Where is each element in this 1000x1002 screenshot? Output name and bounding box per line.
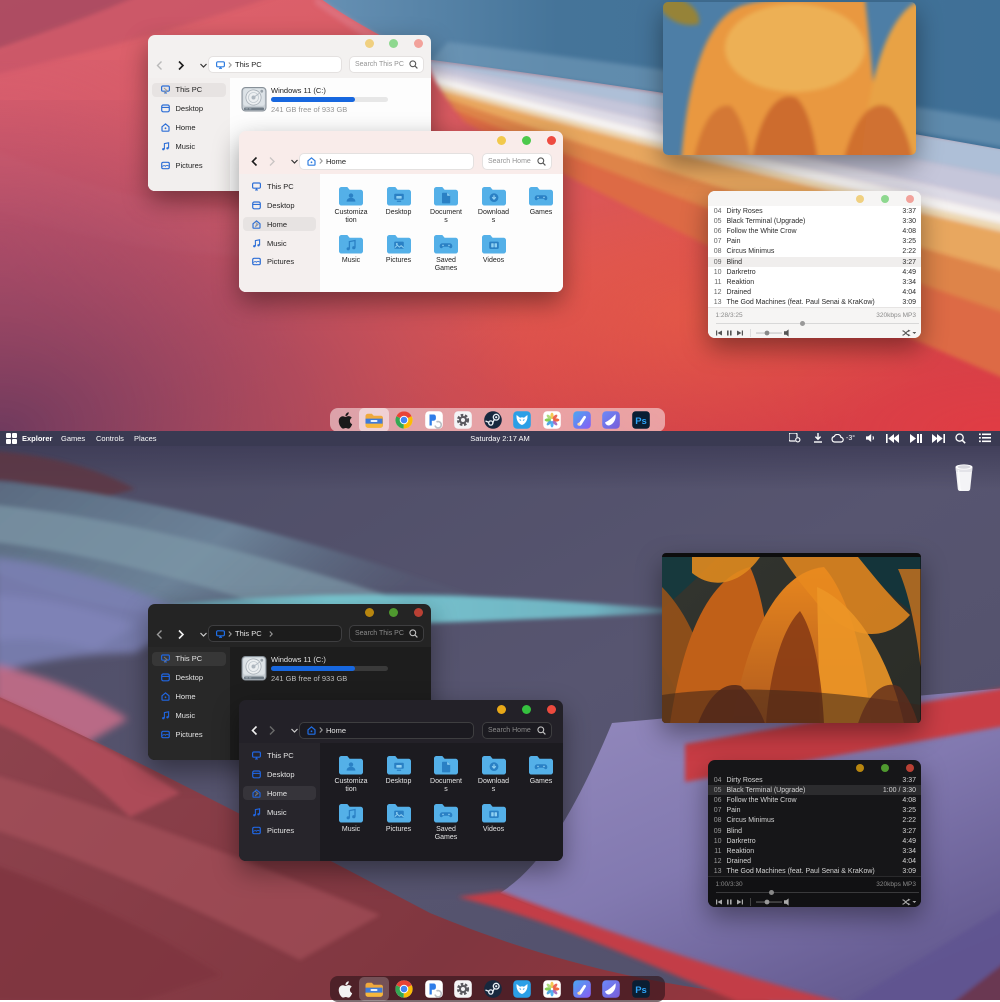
svg-text:Ps: Ps: [635, 985, 647, 996]
svg-text:Ps: Ps: [635, 416, 647, 427]
